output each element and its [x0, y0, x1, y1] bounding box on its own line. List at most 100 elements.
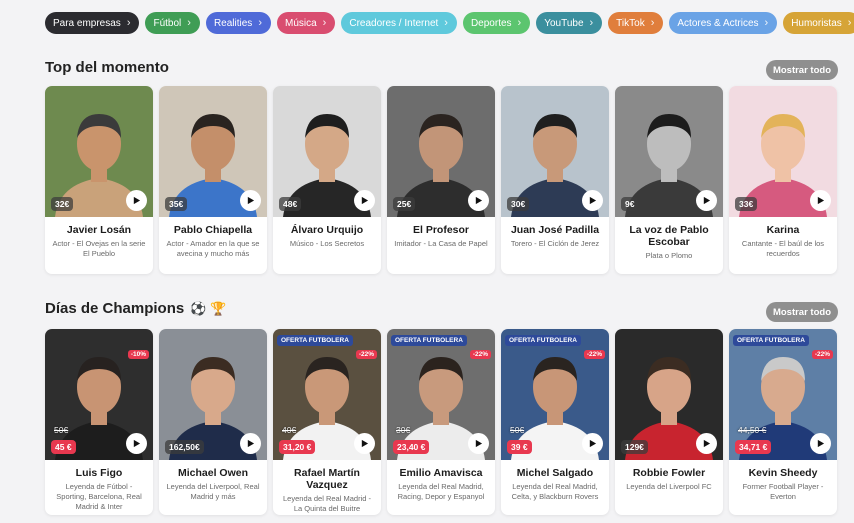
discount-badge: -22%	[811, 350, 833, 359]
play-icon	[817, 196, 825, 205]
play-button[interactable]	[468, 190, 489, 211]
category-pill[interactable]: Deportes ›	[462, 12, 531, 34]
chevron-right-icon: ›	[187, 17, 191, 29]
section-title-text: Top del momento	[45, 59, 169, 76]
card-photo[interactable]: OFERTA FUTBOLERA -22% 44,50 € 34,71 €	[729, 329, 837, 460]
category-pill[interactable]: Música ›	[276, 12, 336, 34]
price-badge: 45 €	[51, 440, 76, 454]
play-icon	[247, 196, 255, 205]
card-photo[interactable]: 33€	[729, 86, 837, 217]
card-photo[interactable]: 25€	[387, 86, 495, 217]
card-info: Javier Losán Actor - El Ovejas en la seri…	[45, 217, 153, 259]
play-button[interactable]	[354, 190, 375, 211]
celebrity-card[interactable]: 9€ La voz de Pablo Escobar Plata o Plomo	[615, 86, 723, 274]
section-title-champions: Días de Champions ⚽ 🏆	[45, 300, 226, 317]
category-pill[interactable]: Humoristas ›	[783, 12, 854, 34]
celebrity-card[interactable]: 35€ Pablo Chiapella Actor - Amador en la q…	[159, 86, 267, 274]
play-icon	[703, 439, 711, 448]
card-photo[interactable]: 48€	[273, 86, 381, 217]
card-info: Emilio Amavisca Leyenda del Real Madrid, …	[387, 460, 495, 502]
celebrity-name: Juan José Padilla	[510, 224, 600, 236]
play-icon	[361, 439, 369, 448]
card-photo[interactable]: 35€	[159, 86, 267, 217]
play-button[interactable]	[810, 433, 831, 454]
play-button[interactable]	[240, 433, 261, 454]
category-pill-label: YouTube	[544, 17, 584, 29]
celebrity-card[interactable]: 129€ Robbie Fowler Leyenda del Liverpool F…	[615, 329, 723, 515]
celebrity-description: Actor - El Ovejas en la serie El Pueblo	[52, 239, 146, 258]
old-price: 44,50 €	[738, 425, 767, 435]
play-button[interactable]	[240, 190, 261, 211]
celebrity-card[interactable]: 33€ Karina Cantante - El baúl de los recue…	[729, 86, 837, 274]
celebrity-card[interactable]: 25€ El Profesor Imitador - La Casa de Pape…	[387, 86, 495, 274]
chevron-right-icon: ›	[847, 17, 852, 29]
price-badge: 30€	[507, 197, 530, 211]
celebrity-card[interactable]: 162,50€ Michael Owen Leyenda del Liverpool…	[159, 329, 267, 515]
category-pill[interactable]: YouTube ›	[536, 12, 603, 34]
card-photo[interactable]: OFERTA FUTBOLERA -22% 50€ 39 €	[501, 329, 609, 460]
celebrity-description: Leyenda del Liverpool FC	[626, 482, 712, 491]
celebrity-card[interactable]: 32€ Javier Losán Actor - El Ovejas en la s…	[45, 86, 153, 274]
category-pill-label: Fútbol	[153, 17, 182, 29]
celebrity-name: El Profesor	[412, 224, 470, 236]
discount-badge: -22%	[355, 350, 377, 359]
show-all-button-top[interactable]: Mostrar todo	[765, 60, 838, 80]
discount-badge: -22%	[583, 350, 605, 359]
category-pill-label: Realities	[213, 17, 253, 29]
chevron-right-icon: ›	[322, 17, 327, 29]
category-pill-label: Humoristas	[791, 17, 842, 29]
category-pill[interactable]: Actores & Actrices ›	[669, 12, 778, 34]
celebrity-card[interactable]: OFERTA FUTBOLERA -22% 50€ 39 € Michel Salgad…	[501, 329, 609, 515]
category-pill[interactable]: TikTok ›	[608, 12, 664, 34]
card-info: Robbie Fowler Leyenda del Liverpool FC	[615, 460, 723, 492]
category-pill[interactable]: Fútbol ›	[145, 12, 200, 34]
celebrity-card[interactable]: -10% 50€ 45 € Luis Figo Leyenda de Fútbol - …	[45, 329, 153, 515]
celebrity-card[interactable]: 30€ Juan José Padilla Torero - El Ciclón d…	[501, 86, 609, 274]
card-photo[interactable]: OFERTA FUTBOLERA -22% 40€ 31,20 €	[273, 329, 381, 460]
category-pill[interactable]: Realities ›	[205, 12, 271, 34]
play-icon	[361, 196, 369, 205]
offer-badge: OFERTA FUTBOLERA	[505, 335, 581, 346]
show-all-button-champions[interactable]: Mostrar todo	[765, 302, 838, 322]
celebrity-card[interactable]: 48€ Álvaro Urquijo Músico - Los Secretos	[273, 86, 381, 274]
play-button[interactable]	[810, 190, 831, 211]
celebrity-card[interactable]: OFERTA FUTBOLERA -22% 30€ 23,40 € Emilio Ama…	[387, 329, 495, 515]
card-photo[interactable]: 162,50€	[159, 329, 267, 460]
price-badge: 48€	[279, 197, 302, 211]
play-icon	[475, 196, 483, 205]
card-info: Luis Figo Leyenda de Fútbol - Sporting, B…	[45, 460, 153, 512]
play-button[interactable]	[582, 433, 603, 454]
celebrity-description: Leyenda del Liverpool, Real Madrid y más	[166, 482, 260, 501]
card-photo[interactable]: -10% 50€ 45 €	[45, 329, 153, 460]
price-badge: 35€	[165, 197, 188, 211]
play-button[interactable]	[696, 433, 717, 454]
play-button[interactable]	[354, 433, 375, 454]
card-info: El Profesor Imitador - La Casa de Papel	[387, 217, 495, 249]
category-bar: Para empresas › Fútbol › Realities › Música › Cr…	[45, 12, 854, 34]
play-button[interactable]	[582, 190, 603, 211]
play-button[interactable]	[468, 433, 489, 454]
card-photo[interactable]: 129€	[615, 329, 723, 460]
celebrity-card[interactable]: OFERTA FUTBOLERA -22% 40€ 31,20 € Rafael Mar…	[273, 329, 381, 515]
category-pill[interactable]: Creadores / Internet ›	[341, 12, 457, 34]
soccer-trophy-emoji: ⚽ 🏆	[190, 300, 227, 316]
play-button[interactable]	[126, 433, 147, 454]
play-button[interactable]	[696, 190, 717, 211]
price-badge: 31,20 €	[279, 440, 316, 454]
card-info: La voz de Pablo Escobar Plata o Plomo	[615, 217, 723, 261]
card-info: Álvaro Urquijo Músico - Los Secretos	[273, 217, 381, 249]
card-photo[interactable]: 30€	[501, 86, 609, 217]
offer-badge: OFERTA FUTBOLERA	[277, 335, 353, 346]
card-photo[interactable]: 32€	[45, 86, 153, 217]
celebrity-card[interactable]: OFERTA FUTBOLERA -22% 44,50 € 34,71 € Kevin …	[729, 329, 837, 515]
celebrity-description: Músico - Los Secretos	[289, 239, 365, 248]
card-photo[interactable]: 9€	[615, 86, 723, 217]
chevron-right-icon: ›	[444, 17, 448, 29]
celebrity-name: Michel Salgado	[516, 467, 594, 479]
category-pill-label: Música	[284, 17, 317, 29]
category-pill[interactable]: Para empresas ›	[45, 12, 140, 34]
celebrity-description: Actor - Amador en la que se avecina y mu…	[166, 239, 260, 258]
celebrity-name: Kevin Sheedy	[748, 467, 818, 479]
play-button[interactable]	[126, 190, 147, 211]
card-photo[interactable]: OFERTA FUTBOLERA -22% 30€ 23,40 €	[387, 329, 495, 460]
